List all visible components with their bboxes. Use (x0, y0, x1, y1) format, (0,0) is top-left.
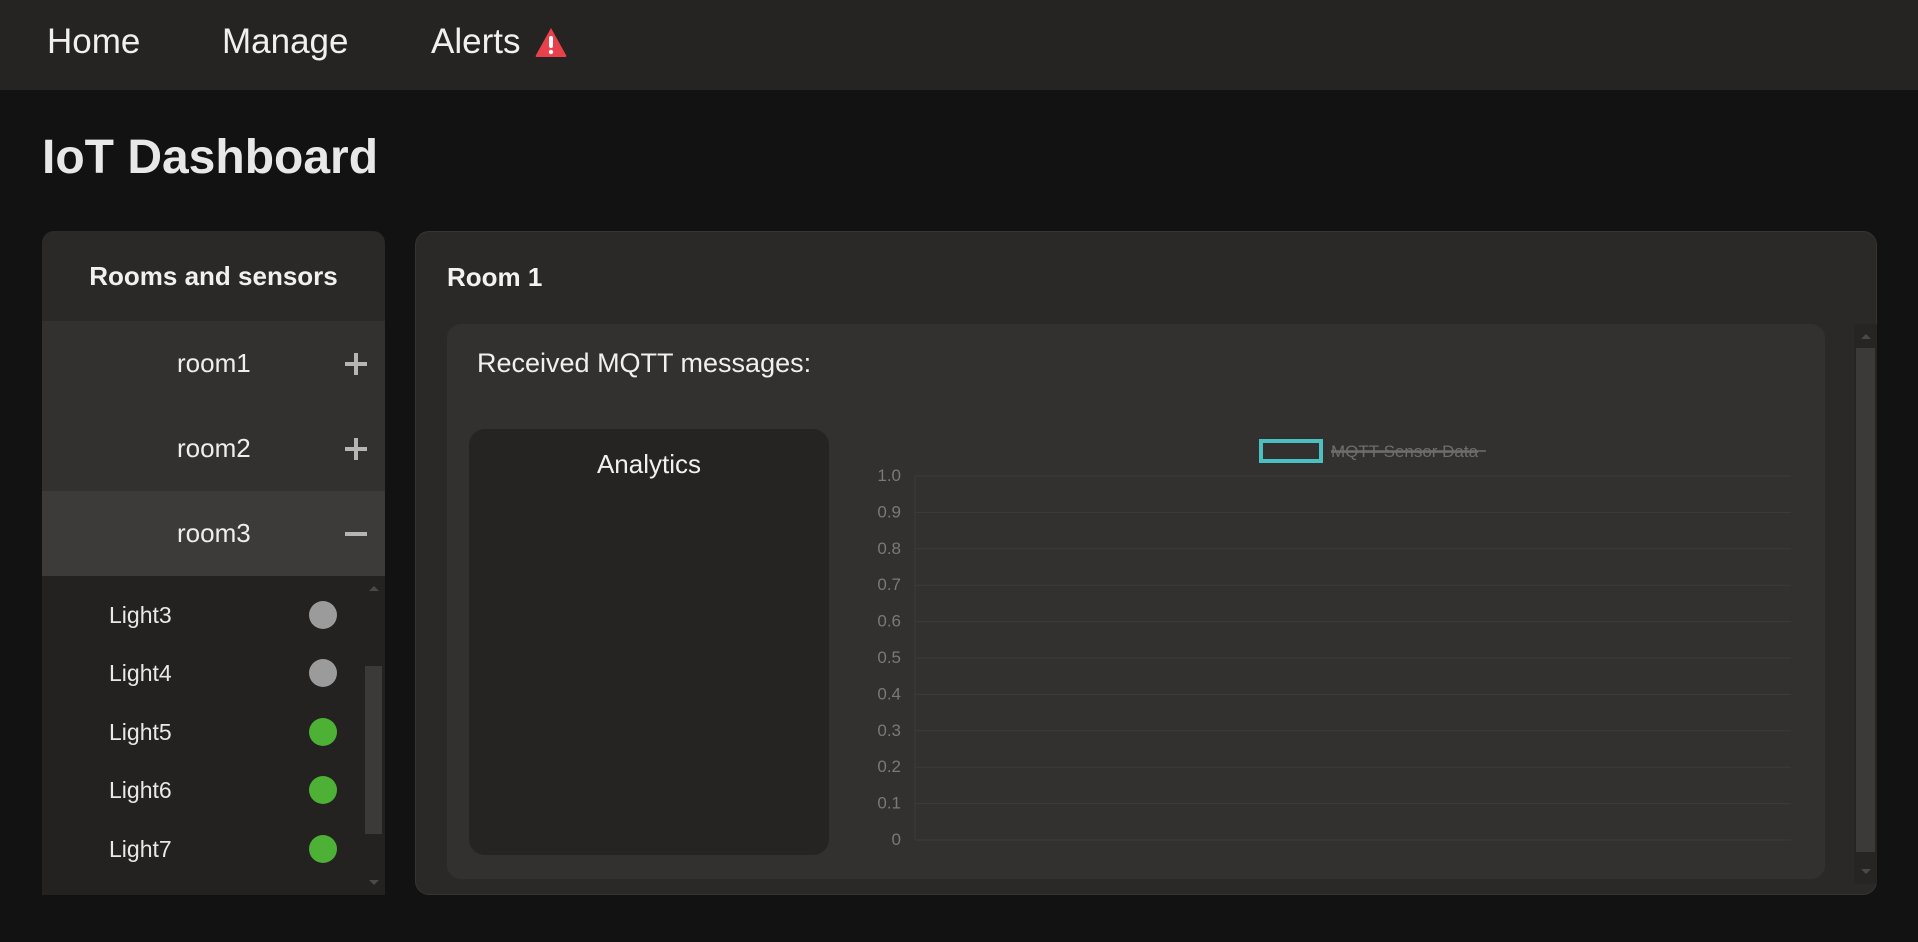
sidebar-header: Rooms and sensors (89, 260, 338, 291)
analytics-title: Analytics (596, 449, 702, 479)
room-label: room1 (177, 348, 251, 378)
sensor-item-light6[interactable]: Light6 (42, 761, 362, 819)
y-tick-label: 0.3 (877, 721, 901, 740)
y-tick-label: 0.1 (877, 794, 901, 813)
rooms-sidebar: Rooms and sensors room1 room2 room3 Ligh… (42, 231, 385, 895)
sensor-list: Light3 Light4 Light5 Light6 Light7 (42, 576, 385, 895)
y-tick-label: 0.7 (877, 575, 901, 594)
y-tick-label: 0.5 (877, 648, 901, 667)
collapse-minus-icon[interactable] (343, 521, 369, 547)
y-tick-label: 0.4 (877, 684, 901, 703)
room-label: room3 (177, 518, 251, 548)
status-dot (309, 835, 337, 863)
scroll-down-arrow-icon[interactable] (1861, 869, 1871, 874)
expand-plus-icon[interactable] (343, 351, 369, 377)
y-tick-label: 0.6 (877, 612, 901, 631)
nav-alerts-label: Alerts (431, 22, 521, 61)
mqtt-messages-card: Received MQTT messages: Analytics 1.0 0.9… (447, 324, 1825, 879)
scrollbar-thumb[interactable] (365, 666, 382, 834)
warning-triangle-icon (534, 26, 568, 58)
scroll-up-arrow-icon[interactable] (1861, 334, 1871, 339)
status-dot (309, 776, 337, 804)
sensor-label: Light6 (109, 776, 172, 803)
scrollbar-thumb[interactable] (1856, 348, 1875, 852)
top-navbar: Home Manage Alerts (0, 0, 1918, 90)
legend-swatch[interactable] (1259, 439, 1323, 463)
room-item-room2[interactable]: room2 (42, 406, 385, 491)
y-tick-label: 0.2 (877, 757, 901, 776)
mqtt-sensor-chart: 1.00.90.80.70.60.50.40.30.20.10MQTT Sens… (877, 439, 1791, 849)
sensor-item-light3[interactable]: Light3 (42, 586, 362, 644)
scroll-up-arrow-icon[interactable] (369, 586, 379, 591)
messages-heading: Received MQTT messages: (477, 348, 812, 378)
status-dot (309, 659, 337, 687)
sensor-item-light7[interactable]: Light7 (42, 820, 362, 878)
nav-home-link[interactable]: Home (47, 22, 140, 62)
sensor-list-scrollbar[interactable] (362, 576, 385, 895)
nav-alerts-link[interactable]: Alerts (431, 22, 568, 62)
nav-manage-link[interactable]: Manage (222, 22, 348, 62)
sensor-label: Light7 (109, 835, 172, 862)
status-dot (309, 601, 337, 629)
y-tick-label: 0 (892, 830, 901, 849)
room-label: room2 (177, 433, 251, 463)
expand-plus-icon[interactable] (343, 436, 369, 462)
room-item-room1[interactable]: room1 (42, 321, 385, 406)
panel-scrollbar[interactable] (1854, 324, 1877, 884)
status-dot (309, 718, 337, 746)
sensor-item-light4[interactable]: Light4 (42, 644, 362, 702)
scroll-down-arrow-icon[interactable] (369, 880, 379, 885)
analytics-card: Analytics (469, 429, 829, 855)
room-item-room3[interactable]: room3 (42, 491, 385, 576)
y-tick-label: 0.9 (877, 502, 901, 521)
y-tick-label: 0.8 (877, 539, 901, 558)
sensor-item-light5[interactable]: Light5 (42, 703, 362, 761)
sensor-label: Light3 (109, 601, 172, 628)
y-tick-label: 1.0 (877, 466, 901, 485)
room-panel: Room 1 Received MQTT messages: Analytics… (415, 231, 1877, 895)
sensor-label: Light4 (109, 659, 172, 686)
page-title: IoT Dashboard (42, 131, 379, 184)
panel-title: Room 1 (447, 262, 543, 292)
sensor-label: Light5 (109, 718, 172, 745)
